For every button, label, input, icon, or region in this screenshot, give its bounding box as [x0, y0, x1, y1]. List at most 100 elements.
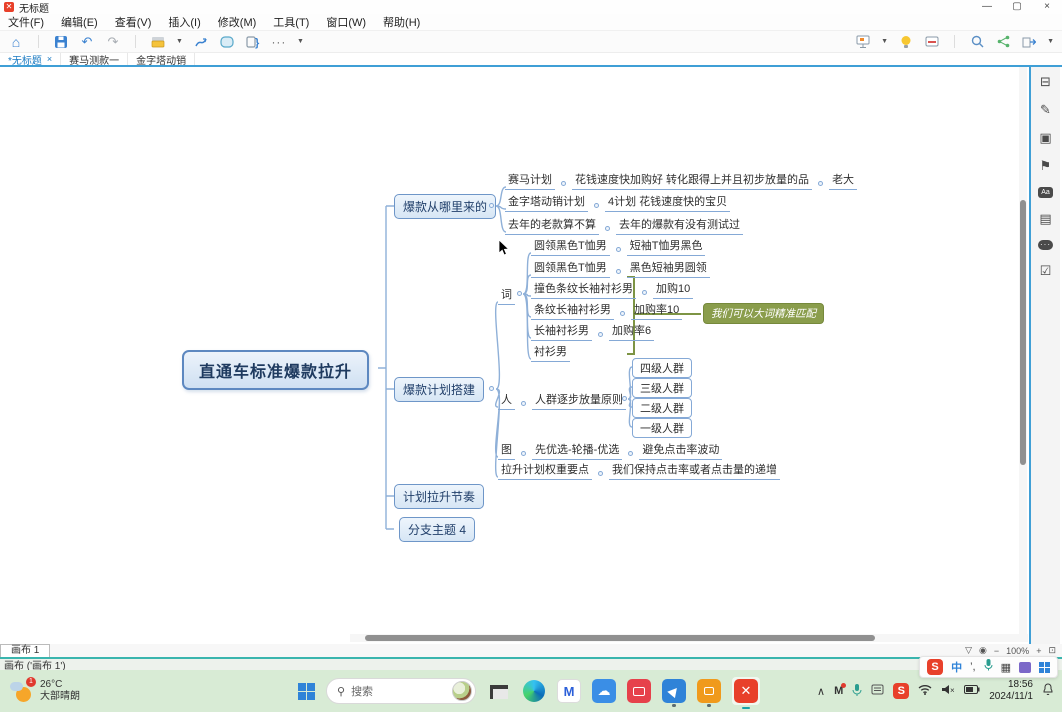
overview-eye-icon[interactable]: ◉: [979, 645, 987, 656]
menu-help[interactable]: 帮助(H): [383, 14, 420, 30]
comment-icon[interactable]: ···: [1038, 240, 1053, 250]
topic[interactable]: 圆领黑色T恤男: [531, 237, 610, 256]
branch-source[interactable]: 爆款从哪里来的: [394, 194, 496, 219]
collapse-dot[interactable]: [489, 203, 494, 208]
menu-insert[interactable]: 插入(I): [168, 14, 200, 30]
summary-icon[interactable]: }: [245, 34, 261, 50]
topic[interactable]: 衬衫男: [531, 343, 570, 362]
lang-icon[interactable]: 中: [951, 659, 962, 675]
summary-note[interactable]: 我们可以大词精准匹配: [703, 303, 824, 324]
horizontal-scrollbar-track[interactable]: [350, 634, 1028, 642]
red-app-icon[interactable]: [627, 679, 651, 703]
topic[interactable]: 去年的爆款有没有测试过: [616, 216, 743, 235]
topic-pic[interactable]: 图: [498, 441, 515, 460]
clock-widget[interactable]: 18:56 2024/11/1: [989, 679, 1033, 703]
collapse-dot[interactable]: [605, 226, 610, 231]
vertical-scrollbar-thumb[interactable]: [1020, 200, 1026, 465]
marker-icon[interactable]: [150, 34, 166, 50]
more-dropdown-icon[interactable]: ▼: [297, 38, 304, 45]
branch-rhythm[interactable]: 计划拉升节奏: [394, 484, 484, 509]
bell-icon[interactable]: [1042, 683, 1054, 699]
more-icon[interactable]: ···: [271, 34, 287, 50]
start-icon[interactable]: [298, 683, 315, 700]
export-dropdown-icon[interactable]: ▼: [1047, 38, 1054, 45]
collapse-dot[interactable]: [598, 471, 603, 476]
collapse-dot[interactable]: [594, 203, 599, 208]
ime-icon[interactable]: [871, 684, 884, 698]
topic-level2[interactable]: 二级人群: [632, 398, 692, 418]
undo-icon[interactable]: ↶: [79, 34, 95, 50]
tab-close-icon[interactable]: ×: [47, 54, 52, 64]
menu-tools[interactable]: 工具(T): [273, 14, 309, 30]
topic[interactable]: 长袖衬衫男: [531, 322, 592, 341]
vertical-scrollbar-track[interactable]: [1019, 67, 1027, 642]
topic[interactable]: 避免点击率波动: [639, 441, 722, 460]
topic[interactable]: 黑色短袖男圆领: [627, 259, 710, 278]
presentation-icon[interactable]: [855, 34, 871, 50]
font-icon[interactable]: Aa: [1038, 187, 1053, 198]
minimize-button[interactable]: —: [972, 0, 1002, 14]
cloud-app-icon[interactable]: ☁: [592, 679, 616, 703]
search-icon[interactable]: [969, 34, 985, 50]
collapse-dot[interactable]: [642, 290, 647, 295]
menu-modify[interactable]: 修改(M): [218, 14, 257, 30]
collapse-dot[interactable]: [598, 332, 603, 337]
image-icon[interactable]: ▣: [1038, 131, 1054, 145]
fit-button[interactable]: ⊡: [1048, 645, 1056, 656]
topic[interactable]: 4计划 花钱速度快的宝贝: [605, 193, 730, 212]
tab-jinzita[interactable]: 金字塔动销: [128, 53, 195, 65]
save-icon[interactable]: [53, 34, 69, 50]
central-topic[interactable]: 直通车标准爆款拉升: [182, 350, 369, 390]
topic[interactable]: 条纹长袖衬衫男: [531, 301, 614, 320]
mindmap-canvas[interactable]: 直通车标准爆款拉升 爆款从哪里来的 爆款计划搭建 计划拉升节奏 分支主题 4 赛…: [0, 67, 1031, 644]
outline-icon[interactable]: ⊟: [1038, 75, 1054, 89]
sheet-tab-canvas1[interactable]: 画布 1: [0, 644, 50, 657]
topic[interactable]: 去年的老款算不算: [505, 216, 599, 235]
presentation-dropdown-icon[interactable]: ▼: [881, 38, 888, 45]
topic[interactable]: 我们保持点击率或者点击量的递增: [609, 461, 780, 480]
topic[interactable]: 加购率6: [609, 322, 654, 341]
horizontal-scrollbar-thumb[interactable]: [365, 635, 875, 641]
keyboard-icon[interactable]: ▦: [1001, 661, 1011, 674]
redo-icon[interactable]: ↷: [105, 34, 121, 50]
collapse-dot[interactable]: [521, 401, 526, 406]
share-icon[interactable]: [995, 34, 1011, 50]
zoom-out-button[interactable]: −: [994, 646, 999, 656]
collapse-dot[interactable]: [818, 181, 823, 186]
sogou-icon[interactable]: S: [893, 683, 909, 699]
close-button[interactable]: ×: [1032, 0, 1062, 14]
arrow-app-icon[interactable]: [662, 679, 686, 703]
collapse-dot[interactable]: [521, 451, 526, 456]
topic-level1[interactable]: 一级人群: [632, 418, 692, 438]
battery-icon[interactable]: [964, 685, 980, 697]
topic[interactable]: 撞色条纹长袖衬衫男: [531, 280, 636, 299]
microphone-icon[interactable]: [852, 683, 862, 700]
home-icon[interactable]: ⌂: [8, 34, 24, 50]
topic[interactable]: 金字塔动销计划: [505, 193, 588, 212]
tab-saima[interactable]: 赛马测款一: [61, 53, 128, 65]
topic[interactable]: 拉升计划权重要点: [498, 461, 592, 480]
edge-icon[interactable]: [522, 679, 546, 703]
flag-icon[interactable]: ⚑: [1038, 159, 1054, 173]
collapse-dot[interactable]: [561, 181, 566, 186]
topic[interactable]: 赛马计划: [505, 171, 555, 190]
topic[interactable]: 花钱速度快加购好 转化跟得上并且初步放量的品: [572, 171, 812, 190]
xmind-taskbar-icon[interactable]: ✕: [732, 677, 760, 705]
topic-level3[interactable]: 三级人群: [632, 378, 692, 398]
collapse-dot[interactable]: [489, 386, 494, 391]
topic[interactable]: 圆领黑色T恤男: [531, 259, 610, 278]
topic[interactable]: 短袖T恤男黑色: [627, 237, 706, 256]
zoom-in-button[interactable]: +: [1036, 646, 1041, 656]
task-icon[interactable]: ☑: [1038, 264, 1054, 278]
search-box[interactable]: ⚲ 搜索: [326, 678, 476, 704]
collapse-dot[interactable]: [616, 269, 621, 274]
relationship-icon[interactable]: [193, 34, 209, 50]
topic-person[interactable]: 人: [498, 391, 515, 410]
boundary-icon[interactable]: [219, 34, 235, 50]
menu-view[interactable]: 查看(V): [115, 14, 152, 30]
volume-muted-icon[interactable]: ×: [941, 684, 955, 698]
maximize-button[interactable]: ▢: [1002, 0, 1032, 14]
filter-icon[interactable]: ▽: [965, 645, 972, 656]
topic-word[interactable]: 词: [498, 286, 515, 305]
collapse-dot[interactable]: [620, 311, 625, 316]
